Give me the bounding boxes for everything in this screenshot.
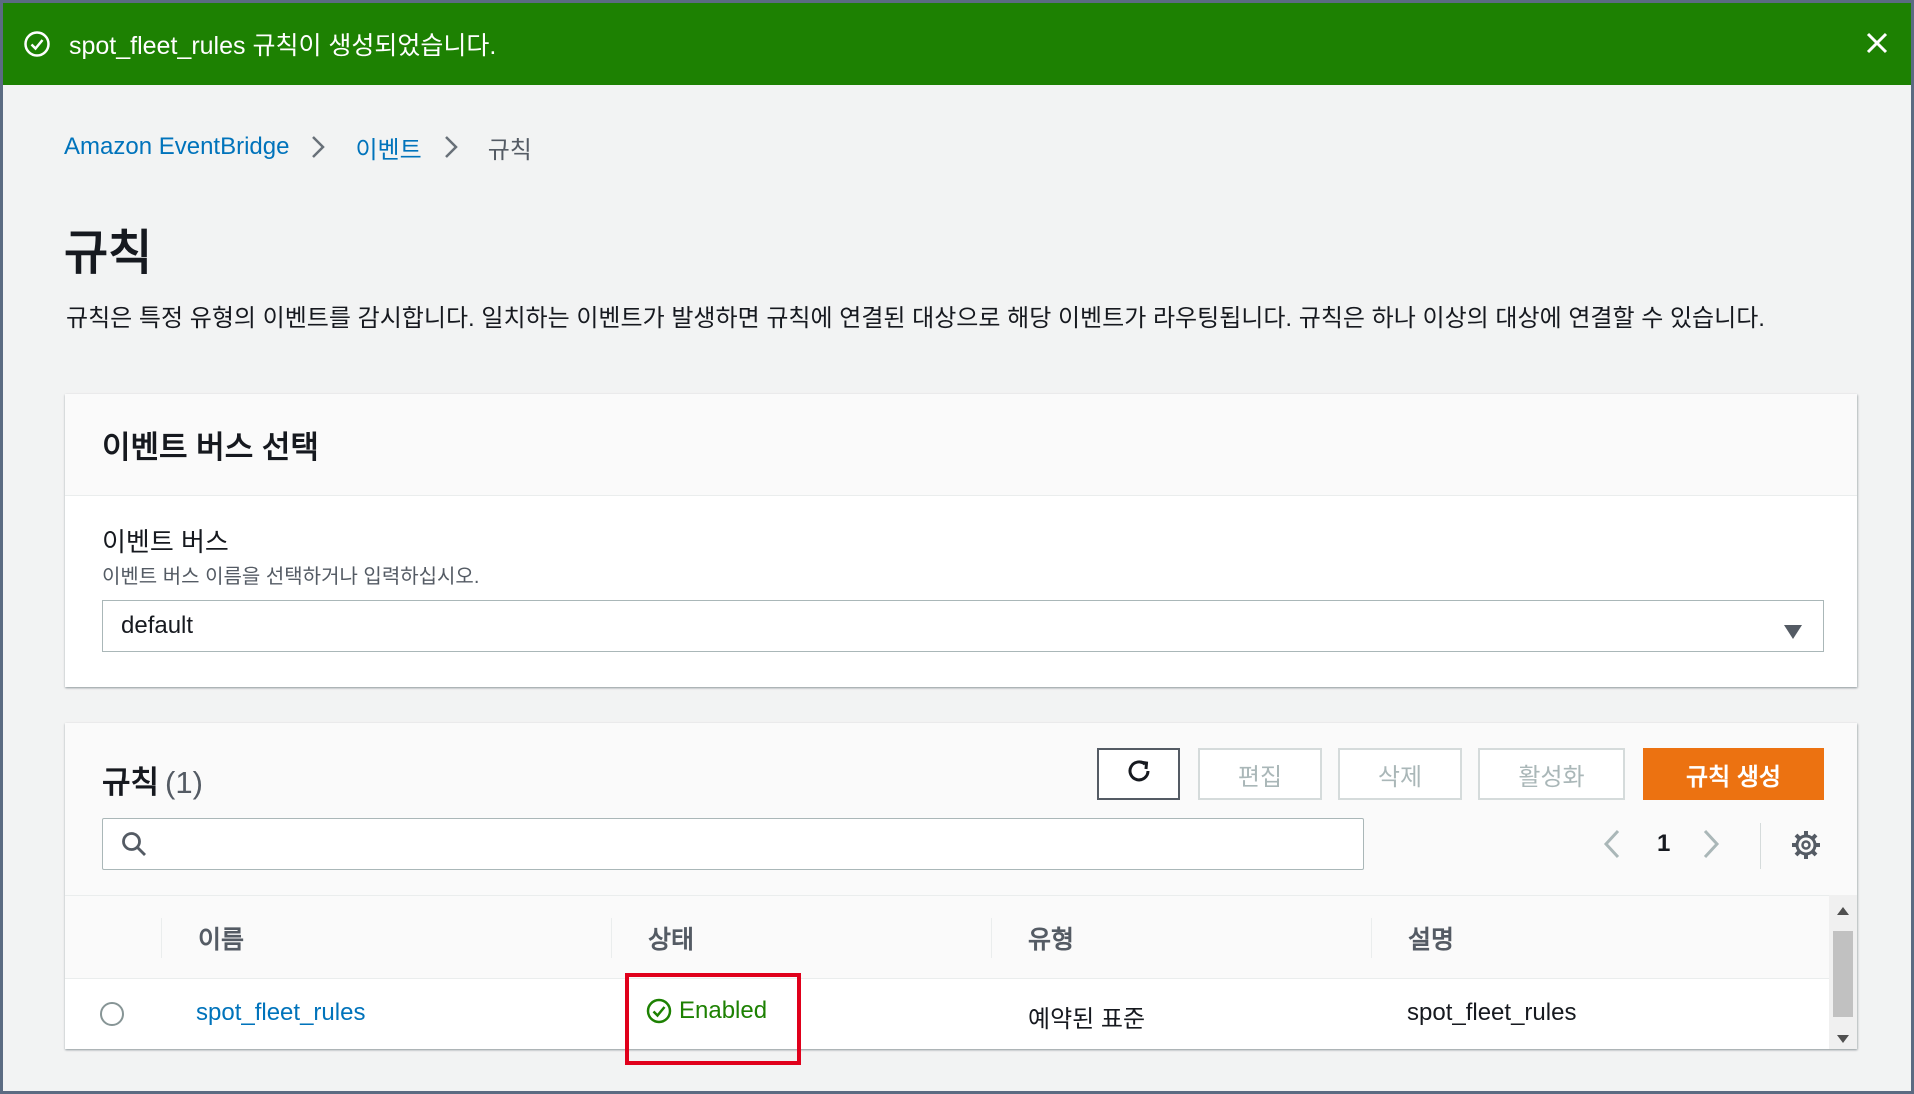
column-header-label: 이름 <box>198 926 245 954</box>
chevron-left-icon[interactable] <box>1603 826 1625 862</box>
scroll-down-arrow-icon[interactable] <box>1836 1031 1850 1043</box>
column-divider <box>991 918 992 958</box>
column-header-label: 설명 <box>1408 926 1455 954</box>
edit-button[interactable]: 편집 <box>1198 748 1322 800</box>
column-divider <box>1371 918 1372 958</box>
rule-description: spot_fleet_rules <box>1407 999 1577 1026</box>
event-bus-field-hint: 이벤트 버스 이름을 선택하거나 입력하십시오. <box>102 566 480 588</box>
caret-down-icon <box>1783 619 1803 639</box>
rules-title-text: 규칙 <box>102 765 160 800</box>
table-row[interactable]: spot_fleet_rules Enabled 예약된 표준 spot_fle… <box>65 973 1829 1065</box>
search-box <box>102 818 1364 870</box>
flash-message: spot_fleet_rules 규칙이 생성되었습니다. <box>69 32 497 60</box>
column-header-status[interactable]: 상태 <box>611 896 991 980</box>
breadcrumb-events[interactable]: 이벤트 <box>355 130 421 165</box>
breadcrumb-eventbridge[interactable]: Amazon EventBridge <box>64 133 289 161</box>
current-page-number[interactable]: 1 <box>1657 830 1670 858</box>
check-circle-icon <box>645 997 673 1025</box>
table-scrollbar[interactable] <box>1829 895 1857 1049</box>
column-header-label: 유형 <box>1028 926 1075 954</box>
table-header: 이름 상태 유형 설명 <box>65 895 1829 979</box>
create-rule-button[interactable]: 규칙 생성 <box>1643 748 1824 800</box>
column-divider <box>611 918 612 958</box>
delete-button[interactable]: 삭제 <box>1338 748 1462 800</box>
event-bus-panel: 이벤트 버스 선택 이벤트 버스 이벤트 버스 이름을 선택하거나 입력하십시오… <box>65 394 1857 687</box>
column-divider <box>161 918 162 958</box>
status-badge: Enabled <box>645 997 767 1025</box>
refresh-icon <box>1123 755 1155 794</box>
rules-panel-title: 규칙 (1) <box>102 757 203 802</box>
rules-panel: 규칙 (1) 편집 삭제 활성화 규칙 생성 1 이름 상태 유형 설명 spo… <box>65 723 1857 1065</box>
rules-count: (1) <box>165 765 203 800</box>
search-icon <box>119 829 149 859</box>
breadcrumb: Amazon EventBridge 이벤트 규칙 <box>64 129 532 165</box>
event-bus-field-label: 이벤트 버스 <box>102 527 229 557</box>
check-circle-icon <box>23 30 51 58</box>
event-bus-select[interactable]: default <box>102 600 1824 652</box>
row-select-radio[interactable] <box>100 1002 124 1026</box>
gear-icon[interactable] <box>1790 829 1822 861</box>
success-flash-banner: spot_fleet_rules 규칙이 생성되었습니다. <box>3 3 1911 85</box>
app-window: spot_fleet_rules 규칙이 생성되었습니다. Amazon Eve… <box>0 0 1914 1094</box>
page-title: 규칙 <box>64 227 153 280</box>
rule-type: 예약된 표준 <box>1028 1006 1146 1033</box>
scrollbar-thumb[interactable] <box>1833 931 1853 1017</box>
pagination: 1 <box>1603 823 1724 865</box>
scroll-up-arrow-icon[interactable] <box>1836 903 1850 915</box>
event-bus-selected-value: default <box>121 612 194 639</box>
rule-name-link[interactable]: spot_fleet_rules <box>196 999 365 1027</box>
column-header-description[interactable]: 설명 <box>1371 896 1811 980</box>
chevron-right-icon[interactable] <box>1702 826 1724 862</box>
search-input[interactable] <box>159 821 1363 867</box>
refresh-button[interactable] <box>1097 748 1180 800</box>
event-bus-panel-header: 이벤트 버스 선택 <box>65 394 1857 496</box>
status-text: Enabled <box>679 997 768 1024</box>
enable-button[interactable]: 활성화 <box>1478 748 1625 800</box>
page-description: 규칙은 특정 유형의 이벤트를 감시합니다. 일치하는 이벤트가 발생하면 규칙… <box>66 305 1765 332</box>
divider <box>1760 823 1761 869</box>
close-icon[interactable] <box>1859 25 1895 61</box>
column-header-name[interactable]: 이름 <box>161 896 611 980</box>
event-bus-panel-title: 이벤트 버스 선택 <box>102 430 319 465</box>
chevron-right-icon <box>311 132 333 162</box>
breadcrumb-rules: 규칙 <box>487 136 532 164</box>
column-header-type[interactable]: 유형 <box>991 896 1371 980</box>
chevron-right-icon <box>444 132 466 162</box>
column-header-label: 상태 <box>648 926 695 954</box>
